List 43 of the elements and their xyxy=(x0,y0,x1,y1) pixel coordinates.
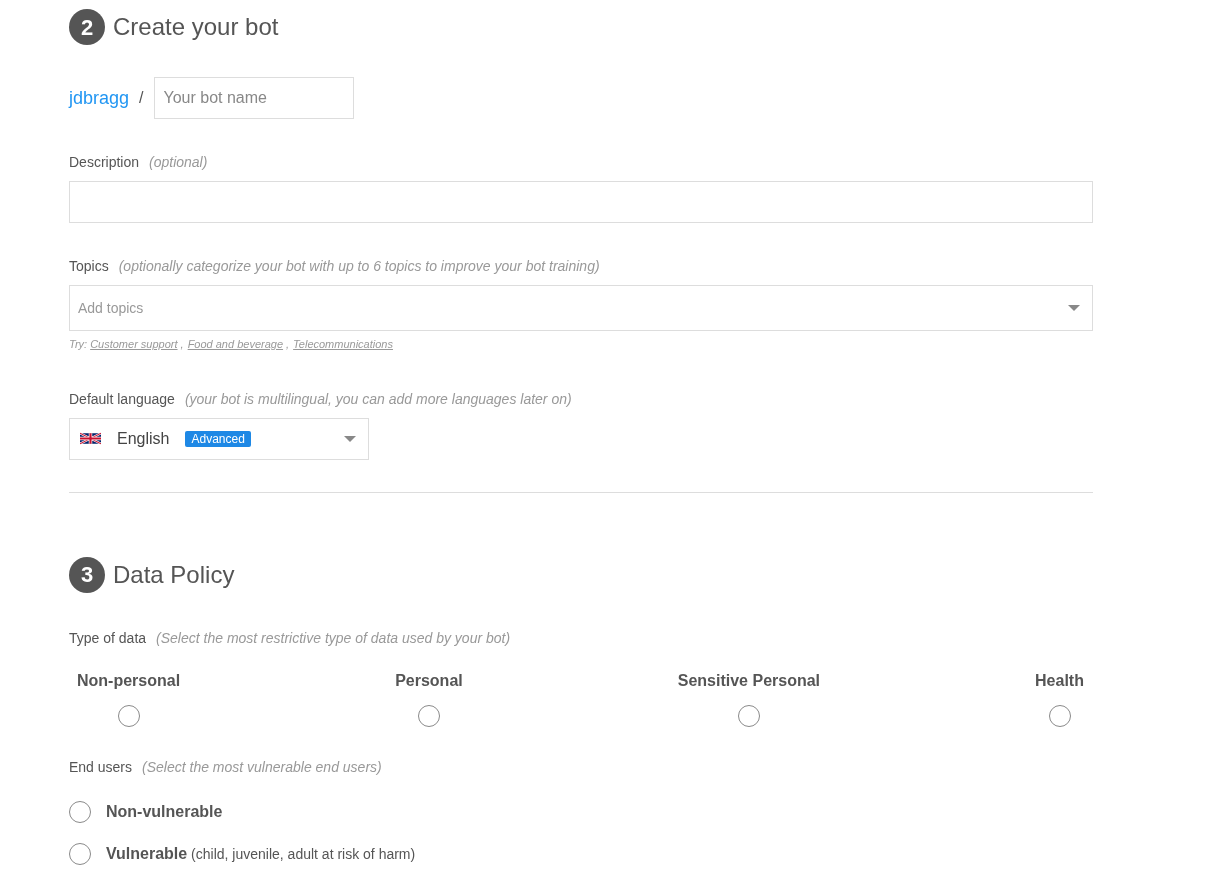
field-hint: (Select the most restrictive type of data used by your bot) xyxy=(156,628,511,648)
field-label: Description xyxy=(69,153,140,172)
data-type-label: Personal xyxy=(395,670,463,691)
end-user-option-label: Vulnerable (child, juvenile, adult at risk of harm) xyxy=(106,843,416,864)
section-title: Data Policy xyxy=(113,559,235,590)
step-number: 2 xyxy=(69,9,105,45)
topic-suggestion-link[interactable]: Telecommunications xyxy=(293,336,393,353)
uk-flag-icon xyxy=(80,431,101,446)
field-hint: (your bot is multilingual, you can add more languages later on) xyxy=(184,389,572,409)
radio-button[interactable] xyxy=(117,704,140,727)
topic-suggestion-link[interactable]: Customer support xyxy=(90,336,178,353)
comma-separator: , xyxy=(180,337,184,352)
field-hint: (Select the most vulnerable end users) xyxy=(142,757,382,777)
suggestion-prefix: Try: xyxy=(69,337,88,352)
radio-button[interactable] xyxy=(1048,704,1071,727)
language-select[interactable]: English Advanced xyxy=(69,417,369,460)
advanced-badge: Advanced xyxy=(185,430,251,447)
step-number: 3 xyxy=(69,556,105,593)
end-user-option-label: Non-vulnerable xyxy=(106,801,223,822)
field-hint: (optional) xyxy=(149,153,208,172)
field-label: End users xyxy=(69,757,133,777)
topics-select[interactable]: Add topics xyxy=(69,285,1093,331)
field-label: Topics xyxy=(69,257,109,276)
field-label: Type of data xyxy=(69,628,147,648)
data-type-label: Sensitive Personal xyxy=(677,670,821,691)
radio-button[interactable] xyxy=(69,800,91,823)
caret-icon xyxy=(1068,305,1080,311)
language-value: English xyxy=(117,428,170,449)
section-title: Create your bot xyxy=(113,12,279,42)
username-link[interactable]: jdbragg xyxy=(69,84,130,112)
data-type-label: Non-personal xyxy=(77,670,181,691)
comma-separator: , xyxy=(286,337,290,352)
radio-button[interactable] xyxy=(69,842,91,865)
bot-name-field[interactable]: Your bot name xyxy=(153,77,354,119)
radio-button[interactable] xyxy=(417,704,440,727)
caret-icon xyxy=(344,435,356,442)
field-label: Default language xyxy=(69,389,175,409)
radio-button[interactable] xyxy=(737,704,760,727)
topic-suggestion-link[interactable]: Food and beverage xyxy=(187,336,284,353)
field-hint: (optionally categorize your bot with up to 6 topics to improve your bot training) xyxy=(118,257,600,276)
description-field[interactable] xyxy=(69,181,1093,223)
path-separator: / xyxy=(139,88,144,108)
data-type-label: Health xyxy=(1035,670,1084,691)
